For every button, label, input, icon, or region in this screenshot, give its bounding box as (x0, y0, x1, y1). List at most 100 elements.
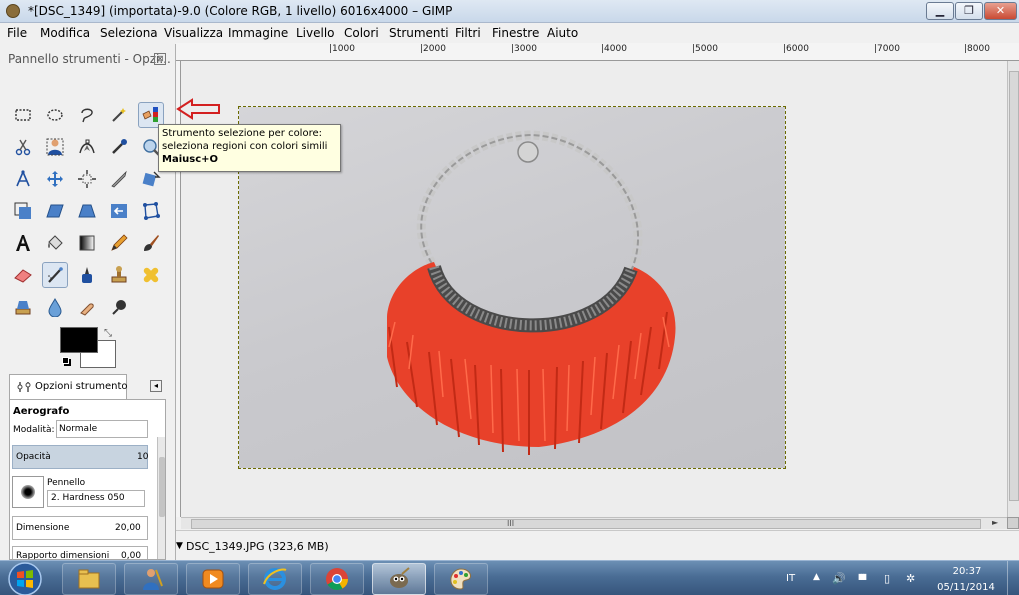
menu-help[interactable]: Aiuto (547, 26, 578, 40)
menu-layer[interactable]: Livello (296, 26, 335, 40)
bucket-icon (48, 235, 63, 250)
close-button[interactable]: ✕ (984, 2, 1017, 20)
blur-sharpen-tool[interactable] (42, 294, 68, 320)
menu-bar: File Modifica Seleziona Visualizza Immag… (0, 23, 1019, 43)
blend-tool[interactable] (74, 230, 100, 256)
foreground-select-tool[interactable] (42, 134, 68, 160)
horizontal-scroll-thumb[interactable] (191, 519, 981, 529)
brush-name-field[interactable]: 2. Hardness 050 (47, 490, 145, 507)
network-icon[interactable]: ▮▮▮ (858, 572, 867, 581)
drop-icon (48, 297, 62, 317)
size-slider[interactable]: Dimensione 20,00 (12, 516, 148, 540)
windows-update-icon[interactable]: ✲ (906, 572, 915, 585)
clone-tool[interactable] (106, 262, 132, 288)
tool-options-menu-icon[interactable]: ◂ (150, 380, 162, 392)
status-menu-arrow-icon[interactable]: ▼ (176, 541, 183, 551)
bucket-fill-tool[interactable] (42, 230, 68, 256)
foreground-color-swatch[interactable] (60, 327, 98, 353)
measure-tool[interactable] (10, 166, 36, 192)
move-icon (47, 171, 63, 187)
scale-tool[interactable] (10, 198, 36, 224)
tab-tool-options[interactable]: Opzioni strumento (9, 374, 128, 400)
ruler-label: |6000 (783, 44, 809, 54)
gradient-icon (79, 235, 95, 251)
vertical-scrollbar[interactable] (1007, 61, 1019, 517)
taskbar-explorer[interactable] (62, 563, 116, 595)
paintbrush-tool[interactable] (138, 230, 164, 256)
opacity-slider[interactable]: Opacità 10 (12, 445, 148, 469)
paths-icon (79, 139, 95, 154)
menu-image[interactable]: Immagine (228, 26, 288, 40)
title-bar: *[DSC_1349] (importata)-9.0 (Colore RGB,… (0, 0, 1019, 23)
scissors-tool[interactable] (10, 134, 36, 160)
taskbar-media-player[interactable] (186, 563, 240, 595)
horizontal-scrollbar[interactable]: III (181, 517, 1007, 529)
taskbar-gimp[interactable] (372, 563, 426, 595)
move-tool[interactable] (42, 166, 68, 192)
perspective-clone-tool[interactable] (10, 294, 36, 320)
vertical-scroll-thumb[interactable] (1009, 71, 1019, 501)
cage-transform-tool[interactable] (138, 198, 164, 224)
menu-windows[interactable]: Finestre (492, 26, 539, 40)
menu-file[interactable]: File (7, 26, 27, 40)
horizontal-ruler: |1000 |2000 |3000 |4000 |5000 |6000 |700… (176, 43, 1019, 61)
navigate-image-button[interactable] (1007, 517, 1019, 529)
system-tray: IT ▲ 🔊 ▮▮▮ ▯ ✲ 20:37 05/11/2014 (780, 561, 1019, 595)
airbrush-tool[interactable] (42, 262, 68, 288)
battery-icon[interactable]: ▯ (884, 572, 890, 585)
tool-options-title: Aerografo (13, 406, 70, 417)
smudge-tool[interactable] (74, 294, 100, 320)
perspective-tool[interactable] (74, 198, 100, 224)
ruler-label: |4000 (601, 44, 627, 54)
ink-tool[interactable] (74, 262, 100, 288)
color-picker-tool[interactable] (106, 134, 132, 160)
dodge-burn-tool[interactable] (106, 294, 132, 320)
ink-icon (82, 267, 92, 283)
swap-colors-icon[interactable]: ⤡ (104, 328, 112, 339)
toolbox-close-icon[interactable]: ⊠ (154, 53, 166, 65)
shear-icon (46, 204, 64, 218)
menu-select[interactable]: Seleziona (100, 26, 158, 40)
pencil-tool[interactable] (106, 230, 132, 256)
taskbar-paint-tool[interactable] (124, 563, 178, 595)
menu-filters[interactable]: Filtri (455, 26, 481, 40)
ellipse-select-tool[interactable] (42, 102, 68, 128)
start-button[interactable] (5, 561, 45, 595)
tool-options-scrollbar[interactable] (157, 437, 165, 559)
aspect-ratio-label: Rapporto dimensioni (16, 551, 110, 560)
heal-tool[interactable] (138, 262, 164, 288)
menu-view[interactable]: Visualizza (164, 26, 223, 40)
minimize-button[interactable]: ▁ (926, 2, 954, 20)
clock-date[interactable]: 05/11/2014 (936, 582, 996, 593)
taskbar-internet-explorer[interactable] (248, 563, 302, 595)
align-tool[interactable] (74, 166, 100, 192)
menu-edit[interactable]: Modifica (40, 26, 90, 40)
text-tool[interactable] (10, 230, 36, 256)
volume-icon[interactable]: 🔊 (832, 572, 846, 585)
eraser-tool[interactable] (10, 262, 36, 288)
clock-time[interactable]: 20:37 (942, 566, 992, 577)
brush-preview-button[interactable] (12, 476, 44, 508)
ruler-label: |3000 (511, 44, 537, 54)
language-indicator[interactable]: IT (786, 573, 795, 584)
menu-colors[interactable]: Colori (344, 26, 379, 40)
show-desktop-button[interactable] (1007, 561, 1019, 595)
fuzzy-select-tool[interactable] (106, 102, 132, 128)
scroll-right-arrow-icon[interactable]: ► (992, 518, 998, 527)
free-select-tool[interactable] (74, 102, 100, 128)
taskbar-paint[interactable] (434, 563, 488, 595)
rect-select-tool[interactable] (10, 102, 36, 128)
flip-tool[interactable] (106, 198, 132, 224)
show-hidden-icons-icon[interactable]: ▲ (813, 572, 820, 582)
maximize-button[interactable]: ❐ (955, 2, 983, 20)
mode-select[interactable]: Normale (56, 420, 148, 438)
menu-tools[interactable]: Strumenti (389, 26, 449, 40)
aspect-ratio-slider[interactable]: Rapporto dimensioni 0,00 (12, 546, 148, 560)
tool-options-scroll-thumb[interactable] (159, 457, 165, 517)
paths-tool[interactable] (74, 134, 100, 160)
crop-tool[interactable] (106, 166, 132, 192)
shear-tool[interactable] (42, 198, 68, 224)
reset-colors-icon[interactable] (62, 357, 69, 364)
taskbar-chrome[interactable] (310, 563, 364, 595)
brush-label: Pennello (47, 478, 86, 488)
